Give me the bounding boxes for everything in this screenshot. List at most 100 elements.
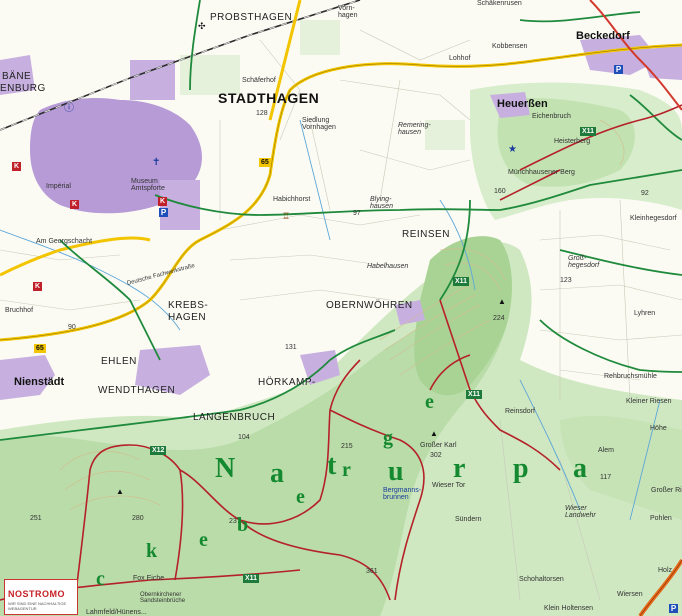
road-k-marker[interactable]: K [158, 197, 168, 206]
place-kleinerriesen[interactable]: Kleiner Riesen [626, 398, 672, 405]
route-number-x11[interactable]: X11 [453, 277, 470, 286]
place-holz[interactable]: Holz [658, 567, 672, 574]
logo-title: NOSTROMO [8, 589, 65, 599]
viewpoint-icon[interactable]: ★ [508, 145, 517, 155]
place-foxeiche[interactable]: Fox Eiche [133, 575, 164, 582]
place-lahmfeld[interactable]: Lahmfeld/Hünens... [86, 609, 147, 616]
naturpark-letter: p [513, 453, 529, 484]
place-muenchhausener[interactable]: Münchhausener Berg [508, 169, 575, 176]
village-baene[interactable]: BÄNE [2, 72, 31, 82]
place-vornhagen[interactable]: Vorn- hagen [338, 5, 357, 19]
place-obernkirchener[interactable]: Obernkirchener Sandsteinbrüche [140, 592, 185, 604]
village-langenbruch[interactable]: LANGENBRUCH [193, 413, 275, 423]
place-pohlen[interactable]: Pohlen [650, 515, 672, 522]
range-letter: k [146, 540, 158, 562]
village-hoerkamp[interactable]: HÖRKAMP- [258, 378, 316, 388]
village-krebshagen[interactable]: KREBS- HAGEN [168, 300, 208, 324]
place-imperial[interactable]: Impérial [46, 183, 71, 190]
spot-height: 215 [341, 443, 353, 450]
road-k-marker[interactable]: K [70, 200, 80, 209]
place-amgeorgschacht[interactable]: Am Georgschacht [36, 238, 92, 245]
place-schaeferhof[interactable]: Schäferhof [242, 77, 276, 84]
village-obernwoehren[interactable]: OBERNWÖHREN [326, 301, 413, 311]
place-bergmannsb[interactable]: Bergmanns- brunnen [383, 487, 421, 501]
place-lyhren[interactable]: Lyhren [634, 310, 655, 317]
place-hoehe[interactable]: Höhe [650, 425, 667, 432]
naturpark-letter: r [453, 453, 466, 484]
place-habelhausen[interactable]: Habelhausen [367, 263, 408, 270]
town-stadthagen[interactable]: STADTHAGEN [218, 91, 319, 105]
town-nienstaedt[interactable]: Nienstädt [14, 377, 64, 388]
spot-height: 117 [600, 474, 612, 481]
place-kobbensen[interactable]: Kobbensen [492, 43, 527, 50]
church-icon[interactable]: ✝ [152, 158, 160, 168]
spot-height: 224 [493, 315, 505, 322]
topographic-map[interactable]: STADTHAGEN Nienstädt Beckedorf Heuerßen … [0, 0, 682, 616]
spot-height: 104 [238, 434, 250, 441]
spot-height: 361 [366, 568, 378, 575]
place-reinsdorf[interactable]: Reinsdorf [505, 408, 535, 415]
village-wendthagen[interactable]: WENDTHAGEN [98, 386, 175, 396]
place-heisterberg[interactable]: Heisterberg [554, 138, 590, 145]
road-number-65[interactable]: 65 [34, 344, 46, 353]
village-enburg[interactable]: ENBURG [0, 84, 46, 94]
parking-icon[interactable]: P [669, 604, 678, 613]
road-k-marker[interactable]: K [33, 282, 43, 291]
town-beckedorf[interactable]: Beckedorf [576, 31, 630, 42]
naturpark-letter: a [573, 453, 587, 484]
place-kleinhoftorsen[interactable]: Klein Holtensen [544, 605, 593, 612]
road-number-65[interactable]: 65 [259, 158, 271, 167]
spot-height: 92 [641, 190, 649, 197]
spot-height: 128 [256, 110, 268, 117]
place-grosserriesen[interactable]: Großer Ri [651, 487, 682, 494]
parking-icon[interactable]: P [614, 65, 623, 74]
village-reinsen[interactable]: REINSEN [402, 230, 450, 240]
spot-height: 251 [30, 515, 42, 522]
spot-height: 131 [285, 344, 297, 351]
route-number-x11[interactable]: X11 [466, 390, 483, 399]
place-bruchhof[interactable]: Bruchhof [5, 307, 33, 314]
place-alem[interactable]: Alem [598, 447, 614, 454]
route-number-x12[interactable]: X12 [150, 446, 167, 455]
information-icon[interactable]: ⓘ [64, 104, 74, 114]
place-museum[interactable]: Museum Amtspforte [131, 178, 165, 192]
place-habichhorst[interactable]: Habichhorst [273, 196, 310, 203]
place-schohalftorsen[interactable]: Schohaltorsen [519, 576, 564, 583]
place-lohhof[interactable]: Lohhof [449, 55, 470, 62]
route-number-x11[interactable]: X11 [243, 574, 260, 583]
spot-height: 97 [353, 210, 361, 217]
place-siedlung[interactable]: Siedlung Vornhagen [302, 117, 336, 131]
naturpark-letter: t [327, 450, 337, 481]
place-blyinghausen[interactable]: Blying- hausen [370, 196, 393, 210]
road-k-marker[interactable]: K [12, 162, 22, 171]
place-kleinhegesdorf[interactable]: Kleinhegesdorf [630, 215, 677, 222]
range-letter: b [237, 514, 249, 536]
village-probsthagen[interactable]: PROBSTHAGEN [210, 13, 292, 23]
place-schaekenrusen[interactable]: Schäkenrusen [477, 0, 522, 7]
parking-icon[interactable]: P [159, 208, 168, 217]
place-eichenbruch[interactable]: Eichenbruch [532, 113, 571, 120]
spot-height: 123 [560, 277, 572, 284]
nostromo-logo[interactable]: NOSTROMO WIR SIND EINE NACHHALTIGE WEBAG… [4, 579, 78, 615]
range-letter: g [383, 427, 393, 449]
naturpark-letter: u [388, 456, 404, 487]
place-grosserkarl[interactable]: Großer Karl [420, 442, 457, 449]
spot-height: 280 [132, 515, 144, 522]
peak-icon: ▲ [430, 429, 438, 438]
naturpark-letter: N [215, 453, 236, 484]
route-number-x11[interactable]: X11 [580, 127, 597, 136]
village-ehlen[interactable]: EHLEN [101, 357, 137, 367]
range-letter: e [296, 486, 305, 508]
place-rehbruch[interactable]: Rehbruchsmühle [604, 373, 657, 380]
windmill-icon: ✣ [198, 21, 206, 31]
place-suendern[interactable]: Sündern [455, 516, 481, 523]
monument-icon: ♖ [282, 211, 291, 221]
place-wieserlandwehr[interactable]: Wieser Landwehr [565, 505, 596, 519]
spot-height: 302 [430, 452, 442, 459]
naturpark-letter: a [270, 458, 284, 489]
peak-icon: ▲ [498, 297, 506, 306]
place-wiersen[interactable]: Wiersen [617, 591, 643, 598]
place-remeringhausen[interactable]: Remering- hausen [398, 122, 431, 136]
place-grosshegesdorf[interactable]: Groß- hegesdorf [568, 255, 599, 269]
town-heuerssen[interactable]: Heuerßen [497, 99, 548, 110]
